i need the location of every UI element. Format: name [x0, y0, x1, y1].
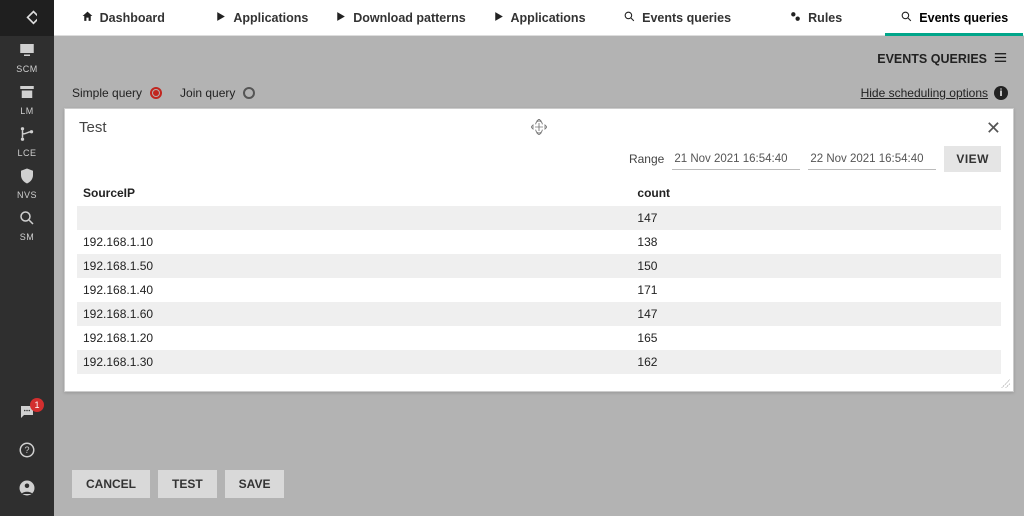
radio-icon [150, 87, 162, 99]
user-icon [18, 479, 36, 500]
tab-events-queries-1[interactable]: Events queries [608, 0, 747, 35]
tab-applications-2[interactable]: Applications [470, 0, 609, 35]
range-bar: Range VIEW [65, 140, 1013, 180]
tab-label: Download patterns [353, 11, 466, 25]
radio-label: Join query [180, 86, 235, 100]
page-subheader[interactable]: EVENTS QUERIES [877, 50, 1008, 68]
resize-handle-icon[interactable] [997, 375, 1011, 389]
table-row[interactable]: 192.168.1.60147 [77, 302, 1001, 326]
cell-sourceip: 192.168.1.50 [77, 254, 631, 278]
drag-handle-icon[interactable] [531, 119, 547, 138]
table-row[interactable]: 192.168.1.30162 [77, 350, 1001, 374]
sidebar-item-sm[interactable]: SM [0, 204, 54, 246]
tab-download-patterns[interactable]: Download patterns [331, 0, 470, 35]
work-area: EVENTS QUERIES Simple query Join query H… [54, 36, 1024, 516]
cell-count: 162 [631, 350, 1001, 374]
table-row[interactable]: 192.168.1.20165 [77, 326, 1001, 350]
cell-count: 138 [631, 230, 1001, 254]
tab-label: Applications [511, 11, 586, 25]
footer-actions: CANCEL TEST SAVE [72, 470, 284, 498]
shield-icon [18, 167, 36, 188]
play-icon [334, 10, 347, 26]
svg-text:?: ? [24, 445, 29, 455]
view-button[interactable]: VIEW [944, 146, 1001, 172]
cell-count: 147 [631, 206, 1001, 230]
branch-icon [18, 125, 36, 146]
results-panel: Test ✕ Range VIEW SourceIP count 147192.… [64, 108, 1014, 392]
archive-icon [18, 83, 36, 104]
sidebar-item-label: LM [20, 106, 34, 116]
cell-sourceip: 192.168.1.30 [77, 350, 631, 374]
col-header-sourceip[interactable]: SourceIP [77, 180, 631, 206]
cell-count: 165 [631, 326, 1001, 350]
sidebar-item-lm[interactable]: LM [0, 78, 54, 120]
top-nav: Dashboard Applications Download patterns… [54, 0, 1024, 36]
panel-title: Test [79, 119, 107, 136]
sidebar-item-nvs[interactable]: NVS [0, 162, 54, 204]
range-label: Range [629, 152, 664, 166]
table-row[interactable]: 192.168.1.10138 [77, 230, 1001, 254]
table-row[interactable]: 147 [77, 206, 1001, 230]
table-row[interactable]: 192.168.1.50150 [77, 254, 1001, 278]
home-icon [81, 10, 94, 26]
sidebar-item-label: SM [20, 232, 35, 242]
sidebar-item-label: SCM [16, 64, 38, 74]
tab-applications-1[interactable]: Applications [193, 0, 332, 35]
search-icon [623, 10, 636, 26]
info-icon[interactable]: i [994, 86, 1008, 100]
menu-icon [993, 50, 1008, 68]
monitor-icon [18, 41, 36, 62]
subheader-title: EVENTS QUERIES [877, 52, 987, 66]
tab-label: Applications [233, 11, 308, 25]
cell-count: 150 [631, 254, 1001, 278]
search-icon [18, 209, 36, 230]
cell-sourceip: 192.168.1.60 [77, 302, 631, 326]
help-icon: ? [18, 441, 36, 462]
range-to-input[interactable] [808, 148, 936, 170]
tab-rules[interactable]: Rules [747, 0, 886, 35]
gears-icon [789, 10, 802, 26]
table-row[interactable]: 192.168.1.40171 [77, 278, 1001, 302]
sidebar-account[interactable] [0, 470, 54, 508]
tab-label: Events queries [919, 11, 1008, 25]
scheduling-toggle-link[interactable]: Hide scheduling options [861, 86, 988, 100]
play-icon [492, 10, 505, 26]
sidebar-chat[interactable]: 1 [0, 394, 54, 432]
tab-events-queries-2[interactable]: Events queries [885, 0, 1024, 35]
cell-sourceip [77, 206, 631, 230]
radio-join-query[interactable]: Join query [180, 86, 255, 100]
sidebar-item-lce[interactable]: LCE [0, 120, 54, 162]
chat-badge: 1 [30, 398, 44, 412]
app-logo[interactable] [0, 0, 54, 36]
cell-count: 147 [631, 302, 1001, 326]
scheduling-toggle: Hide scheduling options i [861, 86, 1008, 100]
cell-sourceip: 192.168.1.40 [77, 278, 631, 302]
play-icon [214, 10, 227, 26]
radio-simple-query[interactable]: Simple query [72, 86, 162, 100]
sidebar-help[interactable]: ? [0, 432, 54, 470]
range-from-input[interactable] [672, 148, 800, 170]
search-icon [900, 10, 913, 26]
cell-sourceip: 192.168.1.10 [77, 230, 631, 254]
query-mode-bar: Simple query Join query [72, 86, 255, 100]
cell-count: 171 [631, 278, 1001, 302]
close-icon[interactable]: ✕ [986, 119, 1001, 137]
left-sidebar: SCM LM LCE NVS SM 1 ? [0, 0, 54, 516]
sidebar-item-scm[interactable]: SCM [0, 36, 54, 78]
sidebar-item-label: LCE [17, 148, 36, 158]
save-button[interactable]: SAVE [225, 470, 285, 498]
sidebar-item-label: NVS [17, 190, 37, 200]
tab-label: Dashboard [100, 11, 165, 25]
tab-label: Rules [808, 11, 842, 25]
tab-label: Events queries [642, 11, 731, 25]
results-table: SourceIP count 147192.168.1.10138192.168… [77, 180, 1001, 374]
tab-dashboard[interactable]: Dashboard [54, 0, 193, 35]
cell-sourceip: 192.168.1.20 [77, 326, 631, 350]
col-header-count[interactable]: count [631, 180, 1001, 206]
test-button[interactable]: TEST [158, 470, 217, 498]
radio-label: Simple query [72, 86, 142, 100]
cancel-button[interactable]: CANCEL [72, 470, 150, 498]
radio-icon [243, 87, 255, 99]
